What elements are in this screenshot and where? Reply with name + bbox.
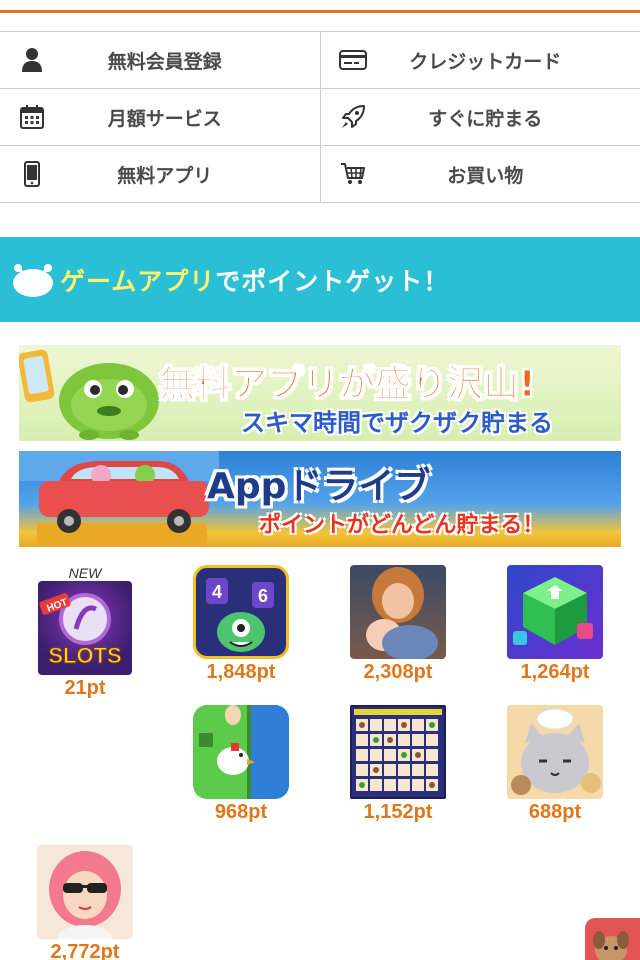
nav-credit-card[interactable]: クレジットカード: [319, 32, 640, 88]
nav-label: すぐに貯まる: [428, 107, 543, 130]
section-title: ゲームアプリでポイントゲット！: [60, 266, 450, 296]
app-item[interactable]: 2,772pt: [25, 845, 145, 960]
svg-text:6: 6: [258, 586, 268, 606]
nav-shopping[interactable]: お買い物: [319, 146, 640, 202]
app-item-slots[interactable]: NEW HOT SLOTS 21pt: [25, 565, 145, 700]
number-monster-app-icon: 4 6: [193, 565, 289, 659]
sunglasses-girl-app-icon: [37, 845, 133, 939]
category-nav: 無料会員登録 クレジットカード 月額サービス すぐに貯まる 無料アプリ お買い物: [0, 31, 640, 203]
free-apps-banner[interactable]: 無料アプリが盛り沢山! スキマ時間でザクザク貯まる: [19, 345, 621, 441]
family-drama-app-icon: [350, 565, 446, 659]
car-icon: [19, 451, 219, 547]
nav-label: 月額サービス: [107, 107, 222, 130]
app-item[interactable]: 4 6 1,848pt: [181, 565, 301, 684]
nav-label: お買い物: [447, 164, 524, 187]
chicken-egg-app-icon: [193, 705, 289, 799]
tile-match-app-icon: [350, 705, 446, 799]
app-item[interactable]: 1,264pt: [495, 565, 615, 684]
shopping-cart-icon: [339, 160, 367, 188]
floating-mascot-button[interactable]: [585, 918, 640, 960]
nav-row: 無料会員登録 クレジットカード: [0, 32, 640, 89]
mascot-face-icon: [593, 931, 629, 960]
nav-label: 無料会員登録: [107, 50, 222, 73]
app-drive-banner[interactable]: Appドライブ ポイントがどんどん貯まる！: [19, 451, 621, 547]
nav-label: クレジットカード: [409, 50, 562, 73]
user-icon: [18, 46, 46, 74]
points-label: 21pt: [64, 677, 106, 699]
nav-row: 無料アプリ お買い物: [0, 146, 640, 203]
nav-label: 無料アプリ: [117, 164, 213, 187]
credit-card-icon: [338, 46, 367, 74]
app-item[interactable]: 968pt: [181, 705, 301, 824]
cat-chef-app-icon: [507, 705, 603, 799]
points-label: 1,264pt: [520, 661, 590, 683]
svg-text:4: 4: [212, 582, 222, 602]
nav-row: 月額サービス すぐに貯まる: [0, 89, 640, 146]
green-mascot-icon: [19, 349, 159, 440]
slots-app-icon: HOT SLOTS: [38, 581, 132, 675]
points-label: 688pt: [528, 801, 582, 823]
app-item[interactable]: 688pt: [495, 705, 615, 824]
nav-earn-quickly[interactable]: すぐに貯まる: [319, 89, 640, 145]
new-badge: NEW: [68, 565, 102, 581]
app-item[interactable]: 2,308pt: [338, 565, 458, 684]
nav-free-membership[interactable]: 無料会員登録: [0, 32, 320, 88]
points-label: 968pt: [214, 801, 268, 823]
smartphone-icon: [18, 160, 46, 188]
cube-puzzle-app-icon: [507, 565, 603, 659]
rocket-icon: [339, 103, 367, 131]
nav-free-apps[interactable]: 無料アプリ: [0, 146, 320, 202]
nav-monthly-service[interactable]: 月額サービス: [0, 89, 320, 145]
points-label: 2,772pt: [50, 941, 120, 960]
points-label: 1,152pt: [363, 801, 433, 823]
game-apps-section-header: ゲームアプリでポイントゲット！: [0, 237, 640, 322]
calendar-icon: [18, 103, 46, 131]
mascot-icon: [13, 263, 53, 297]
points-label: 1,848pt: [206, 661, 276, 683]
header-bar: [0, 0, 640, 13]
app-item[interactable]: 1,152pt: [338, 705, 458, 824]
svg-text:SLOTS: SLOTS: [48, 643, 121, 668]
points-label: 2,308pt: [363, 661, 433, 683]
